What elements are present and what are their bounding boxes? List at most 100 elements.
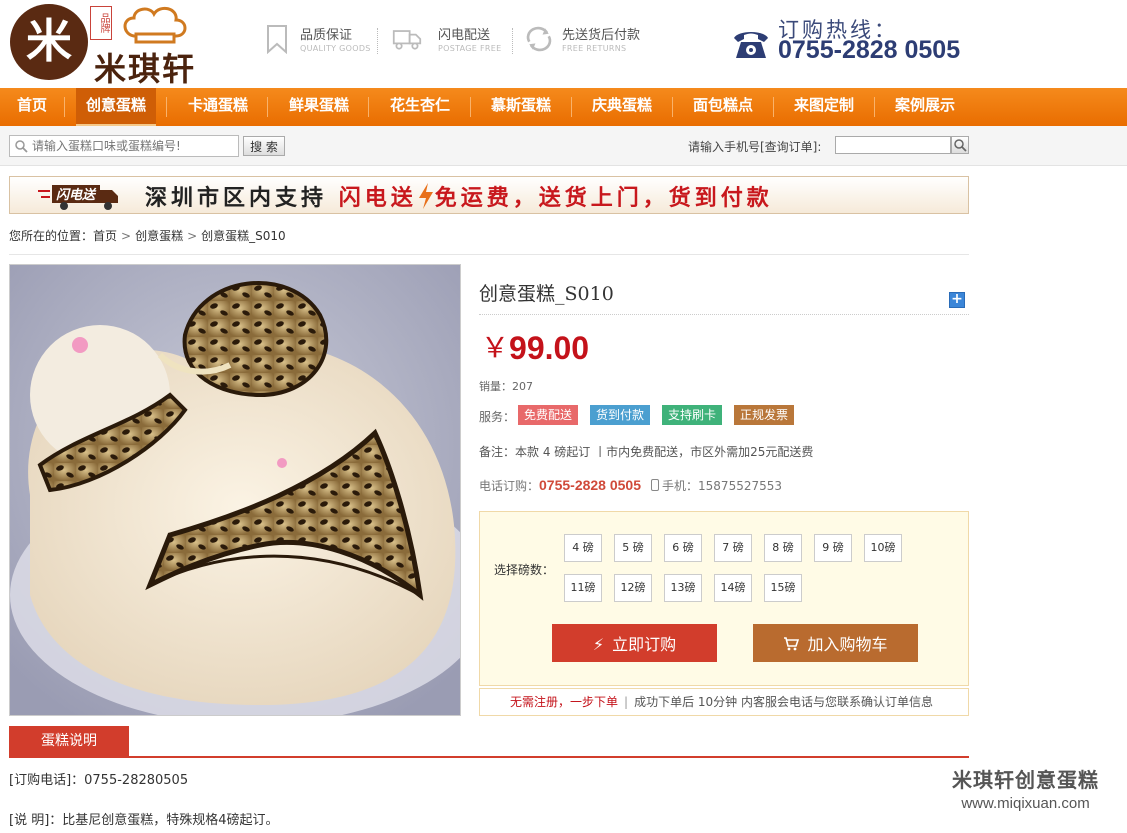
weight-option[interactable]: 7 磅 xyxy=(714,534,752,562)
watermark-url: www.miqixuan.com xyxy=(961,795,1090,812)
breadcrumb-prefix: 您所在的位置： xyxy=(9,229,94,243)
weight-option[interactable]: 8 磅 xyxy=(764,534,802,562)
weight-option[interactable]: 12磅 xyxy=(614,574,652,602)
cart-icon xyxy=(784,637,800,651)
weight-option[interactable]: 11磅 xyxy=(564,574,602,602)
banner-text-b: 闪电送 xyxy=(338,186,417,211)
nav-peanut-almond[interactable]: 花生杏仁 xyxy=(380,88,460,126)
divider xyxy=(9,756,969,758)
weight-option[interactable]: 5 磅 xyxy=(614,534,652,562)
mobile-label: 手机： xyxy=(662,479,699,493)
nav-separator xyxy=(368,97,369,117)
order-now-button[interactable]: ⚡ 立即订购 xyxy=(552,624,717,662)
nav-cases[interactable]: 案例展示 xyxy=(885,88,965,126)
add-to-cart-button[interactable]: 加入购物车 xyxy=(753,624,918,662)
feature-title: 先送货后付款 xyxy=(562,28,641,43)
breadcrumb-category[interactable]: 创意蛋糕 xyxy=(135,227,183,244)
order-tip: 无需注册，一步下单 | 成功下单后 10分钟 内客服会电话与您联系确认订单信息 xyxy=(479,688,969,716)
breadcrumb-separator: > xyxy=(187,229,198,243)
nav-separator xyxy=(672,97,673,117)
product-price: ￥99.00 xyxy=(481,326,589,367)
nav-separator xyxy=(64,97,65,117)
feature-quality: 品质保证 QUALITY GOODS xyxy=(262,20,372,64)
nav-mousse-cake[interactable]: 慕斯蛋糕 xyxy=(481,88,561,126)
order-now-label: 立即订购 xyxy=(612,635,677,654)
tab-cake-description[interactable]: 蛋糕说明 xyxy=(9,726,129,757)
nav-separator xyxy=(874,97,875,117)
sales-label: 销量： xyxy=(479,380,512,393)
mobile-icon xyxy=(651,479,660,491)
search-icon xyxy=(15,140,28,153)
search-input[interactable] xyxy=(32,138,236,154)
feature-returns: 先送货后付款 FREE RETURNS xyxy=(524,20,654,64)
search-button[interactable]: 搜 索 xyxy=(243,136,285,156)
watermark: 米琪轩创意蛋糕 www.miqixuan.com xyxy=(938,764,1113,812)
weight-option[interactable]: 4 磅 xyxy=(564,534,602,562)
feature-title: 品质保证 xyxy=(300,28,353,43)
feature-divider xyxy=(377,28,378,54)
nav-separator xyxy=(267,97,268,117)
divider xyxy=(9,254,969,255)
product-image[interactable] xyxy=(9,264,461,716)
price-amount: 99.00 xyxy=(509,330,590,366)
tel-label: 电话订购： xyxy=(479,479,540,493)
nav-custom-order[interactable]: 来图定制 xyxy=(784,88,864,126)
lightning-icon xyxy=(418,183,433,209)
weight-option[interactable]: 10磅 xyxy=(864,534,902,562)
chef-hat-icon xyxy=(123,6,187,44)
mobile-number: 15875527553 xyxy=(698,479,783,493)
weight-option[interactable]: 6 磅 xyxy=(664,534,702,562)
plus-icon[interactable]: + xyxy=(949,292,965,308)
nav-separator xyxy=(571,97,572,117)
weight-option[interactable]: 15磅 xyxy=(764,574,802,602)
nav-celebration-cake[interactable]: 庆典蛋糕 xyxy=(582,88,662,126)
banner-text-a: 深圳市区内支持 xyxy=(145,186,328,211)
weight-selector: 选择磅数： 4 磅 5 磅 6 磅 7 磅 8 磅 9 磅 10磅 11磅 12… xyxy=(479,511,969,686)
site-logo[interactable]: 米 品牌 米琪轩 xyxy=(10,2,215,88)
sales-value: 207 xyxy=(512,380,533,393)
order-query-button[interactable] xyxy=(951,136,969,154)
svg-text:闪电送: 闪电送 xyxy=(56,187,97,203)
product-title: 创意蛋糕_S010 xyxy=(479,283,614,305)
feature-divider xyxy=(512,28,513,54)
breadcrumb: 您所在的位置：首页 > 创意蛋糕 > 创意蛋糕_S010 xyxy=(9,227,286,244)
weight-option[interactable]: 14磅 xyxy=(714,574,752,602)
logo-emblem: 米 xyxy=(10,4,88,80)
nav-home[interactable]: 首页 xyxy=(8,88,56,126)
phone-order: 电话订购：0755-2828 0505 手机：15875527553 xyxy=(479,477,782,494)
tel-number: 0755-2828 0505 xyxy=(539,477,642,493)
nav-bread-pastry[interactable]: 面包糕点 xyxy=(683,88,763,126)
nav-creative-cake[interactable]: 创意蛋糕 xyxy=(76,88,156,126)
lightning-icon: ⚡ xyxy=(592,635,605,654)
watermark-title: 米琪轩创意蛋糕 xyxy=(952,768,1099,792)
weight-option[interactable]: 9 磅 xyxy=(814,534,852,562)
refresh-icon xyxy=(526,26,552,52)
weight-label: 选择磅数： xyxy=(494,563,555,577)
divider xyxy=(479,314,969,315)
weight-option[interactable]: 13磅 xyxy=(664,574,702,602)
tip-separator: | xyxy=(624,695,629,709)
logo-stamp: 品牌 xyxy=(90,6,112,40)
breadcrumb-current: 创意蛋糕_S010 xyxy=(201,229,286,243)
nav-cartoon-cake[interactable]: 卡通蛋糕 xyxy=(178,88,258,126)
feature-delivery: 闪电配送 POSTAGE FREE xyxy=(392,20,502,64)
description-phone: [订购电话]：0755-28280505 xyxy=(9,773,189,788)
hotline-number: 0755-2828 0505 xyxy=(778,36,961,64)
service-badge-card: 支持刷卡 xyxy=(662,405,723,425)
product-note: 备注：本款 4 磅起订 丨市内免费配送，市区外需加25元配送费 xyxy=(479,445,814,459)
currency-symbol: ￥ xyxy=(481,331,510,364)
sales-count: 销量：207 xyxy=(479,378,533,394)
add-to-cart-label: 加入购物车 xyxy=(807,635,888,654)
logo-wordmark: 米琪轩 xyxy=(94,50,197,88)
phone-query-input[interactable] xyxy=(835,136,951,154)
main-nav: 首页 创意蛋糕 卡通蛋糕 鲜果蛋糕 花生杏仁 慕斯蛋糕 庆典蛋糕 面包糕点 来图… xyxy=(0,88,1127,126)
nav-separator xyxy=(166,97,167,117)
search-field[interactable] xyxy=(9,135,239,157)
service-badge-free-delivery: 免费配送 xyxy=(518,405,579,425)
nav-fruit-cake[interactable]: 鲜果蛋糕 xyxy=(279,88,359,126)
delivery-banner[interactable]: 闪电送 深圳市区内支持 闪电送 免运费，送货上门，货到付款 xyxy=(9,176,969,214)
breadcrumb-home[interactable]: 首页 xyxy=(93,227,117,244)
search-bar: 搜 索 请输入手机号[查询订单]: xyxy=(0,126,1127,166)
feature-subtitle: POSTAGE FREE xyxy=(438,44,502,53)
nav-separator xyxy=(470,97,471,117)
